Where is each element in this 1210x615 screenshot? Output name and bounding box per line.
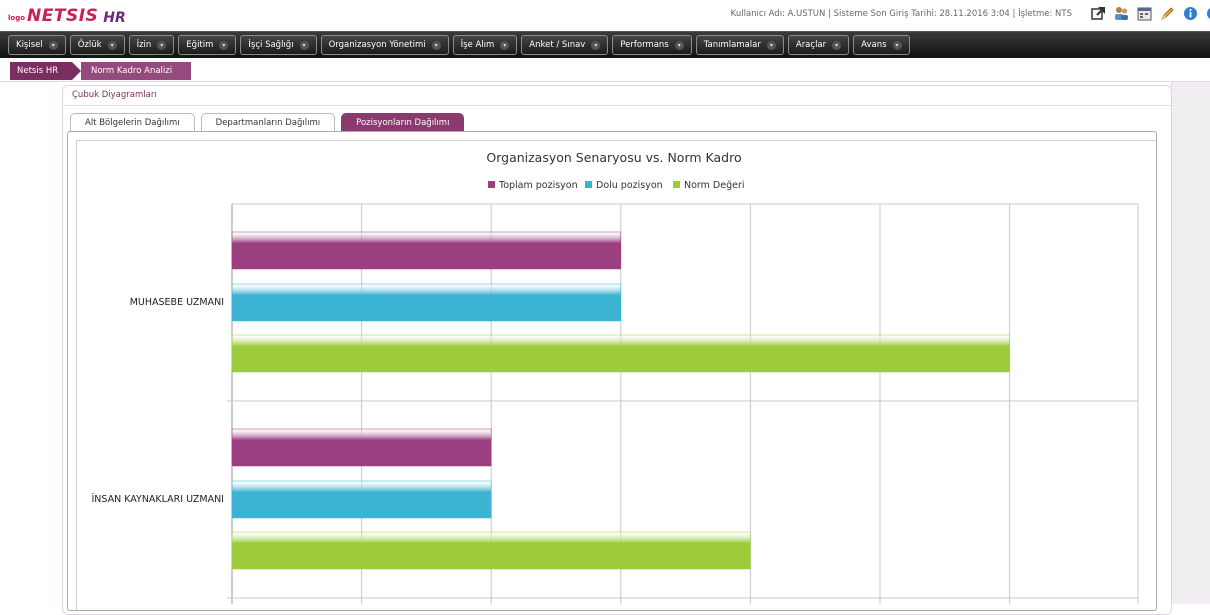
bar-norm-degeri <box>231 334 1010 373</box>
chart-legend: Toplam pozisyon Dolu pozisyon Norm Değeri <box>488 180 745 191</box>
category-label: İNSAN KAYNAKLARI UZMANI <box>91 494 224 505</box>
bar-dolu-pozisyon <box>231 283 622 322</box>
bar-dolu-pozisyon <box>231 480 492 519</box>
bar-toplam-pozisyon <box>231 428 492 467</box>
chart-title: Organizasyon Senaryosu vs. Norm Kadro <box>486 150 741 165</box>
legend-label: Norm Değeri <box>684 180 745 191</box>
legend-swatch <box>585 181 592 188</box>
legend-swatch <box>488 181 495 188</box>
bar-toplam-pozisyon <box>231 231 622 270</box>
bar-norm-degeri <box>231 531 751 570</box>
legend-label: Dolu pozisyon <box>596 180 663 191</box>
legend-label: Toplam pozisyon <box>498 180 578 191</box>
chart-category-labels: MUHASEBE UZMANI İNSAN KAYNAKLARI UZMANI <box>91 297 224 505</box>
category-label: MUHASEBE UZMANI <box>130 297 224 308</box>
legend-swatch <box>673 181 680 188</box>
bar-chart: Organizasyon Senaryosu vs. Norm Kadro To… <box>91 150 1139 604</box>
